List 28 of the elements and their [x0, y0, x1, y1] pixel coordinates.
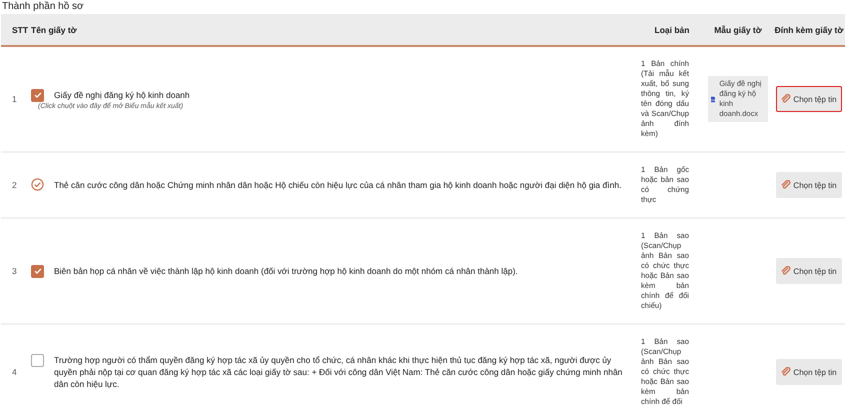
- checkbox[interactable]: [31, 264, 44, 278]
- check-icon: [32, 90, 42, 100]
- column-header: Mẫu giấy tờ: [713, 24, 763, 34]
- paperclip-icon: [781, 94, 792, 104]
- check-circle-icon: [31, 178, 44, 191]
- choose-file-button[interactable]: Chọn tệp tin: [776, 172, 842, 198]
- document-name: Trường hợp người có thẩm quyền đăng ký hợp tác xã ủy quyền cho tổ chức, cá nhân khác khi thực hiện thủ tục đăng ký hợp tác xã, người được ủy quyền phải nộp tại cơ quan đăng ký hợp tác xã các loại giấy tờ sau: + Đối với công dân Việt Nam: Thẻ căn cước công dân hoặc giấy chứng minh nhân dân còn hiệu lực.: [54, 354, 624, 390]
- choose-file-button[interactable]: Chọn tệp tin: [776, 86, 842, 112]
- row-number: 4: [12, 367, 17, 377]
- column-header: STT: [11, 24, 30, 34]
- paperclip-icon: [781, 367, 792, 377]
- column-header: Loại bản: [654, 24, 690, 34]
- document-name: Biên bản họp cá nhân về việc thành lập hộ kinh doanh (đối với trường hợp hộ kinh doanh do một nhóm cá nhân thành lập).: [54, 264, 518, 276]
- row-number: 1: [12, 94, 17, 104]
- check-icon: [32, 266, 42, 276]
- checkbox[interactable]: [31, 88, 44, 102]
- checkbox[interactable]: [31, 354, 44, 367]
- paperclip-icon: [781, 266, 792, 276]
- paperclip-icon: [781, 180, 792, 190]
- document-name: Thẻ căn cước công dân hoặc Chứng minh nhân dân hoặc Hộ chiếu còn hiệu lực của cá nhân tham gia hộ kinh doanh hoặc người đại diện hộ gia đình.: [54, 179, 622, 191]
- column-header: Tên giấy tờ: [31, 24, 78, 34]
- choose-file-button[interactable]: Chọn tệp tin: [776, 258, 842, 284]
- row-number: 3: [12, 266, 17, 276]
- document-name: Giấy đề nghị đăng ký hộ kinh doanh: [54, 88, 190, 100]
- row-number: 2: [12, 180, 17, 190]
- choose-file-button[interactable]: Chọn tệp tin: [776, 359, 842, 385]
- column-header: Đính kèm giấy tờ: [774, 24, 844, 34]
- section-title: Thành phần hồ sơ: [1, 0, 85, 14]
